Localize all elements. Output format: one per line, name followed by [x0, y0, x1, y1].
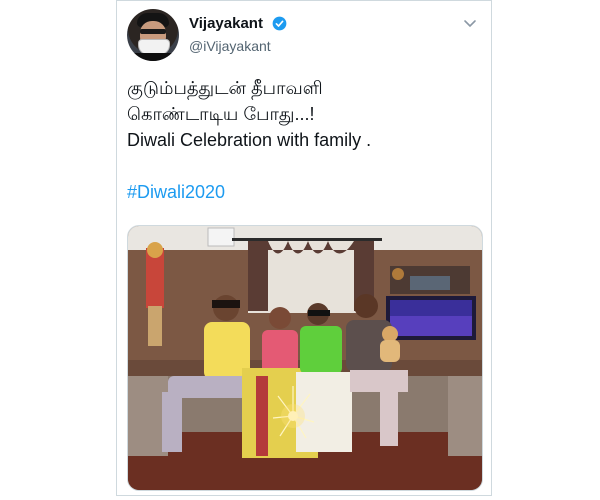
- tweet-body-text: குடும்பத்துடன் தீபாவளி கொண்டாடிய போது...…: [127, 75, 483, 205]
- tweet-header: Vijayakant @iVijayakant: [127, 9, 483, 65]
- tweet-text-line: Diwali Celebration with family .: [127, 130, 372, 150]
- tweet-text-line: கொண்டாடிய போது...!: [127, 104, 315, 124]
- display-name[interactable]: Vijayakant: [189, 15, 263, 32]
- author-block[interactable]: Vijayakant @iVijayakant: [189, 13, 287, 54]
- user-avatar-icon[interactable]: [127, 9, 179, 61]
- family-photo-image[interactable]: [127, 225, 483, 491]
- user-handle[interactable]: @iVijayakant: [189, 38, 287, 54]
- verified-badge-icon: [272, 16, 287, 31]
- chevron-down-icon[interactable]: [463, 19, 477, 29]
- tweet-text-line: குடும்பத்துடன் தீபாவளி: [127, 78, 323, 98]
- photo-illustration: [128, 226, 482, 490]
- hashtag-link[interactable]: #Diwali2020: [127, 179, 483, 205]
- tweet-card[interactable]: Vijayakant @iVijayakant குடும்பத்துடன் த…: [116, 0, 492, 496]
